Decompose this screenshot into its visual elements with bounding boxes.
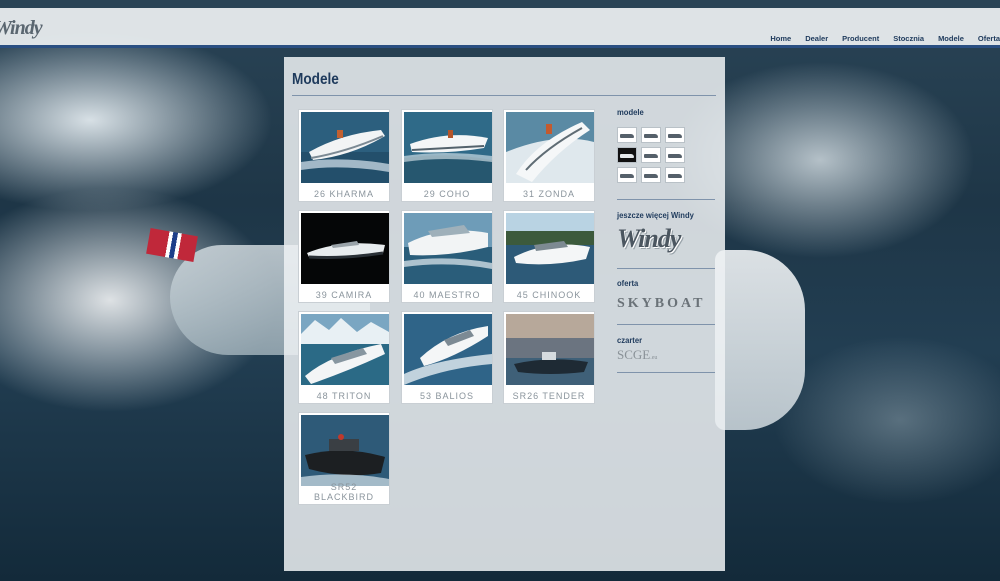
model-thumbnail[interactable] — [617, 167, 637, 183]
model-label: SR52 BLACKBIRD — [313, 482, 375, 502]
model-image — [506, 213, 594, 284]
nav-oferta[interactable]: Oferta — [978, 34, 1000, 43]
model-tile[interactable]: 26 KHARMA — [298, 109, 390, 202]
sidebar-more-windy: jeszcze więcej Windy Windy — [617, 210, 715, 270]
sidebar-heading: czarter — [617, 335, 643, 345]
sidebar-charter: czarter SCGE.eu — [617, 335, 715, 375]
sidebar-divider — [617, 324, 715, 325]
sidebar-offer: oferta SKYBOAT — [617, 278, 715, 328]
title-divider — [292, 95, 716, 96]
model-thumbnail[interactable] — [617, 127, 637, 143]
windy-brand-logo[interactable]: Windy — [617, 226, 715, 252]
model-tile[interactable]: 45 CHINOOK — [503, 210, 595, 303]
model-tile[interactable]: 31 ZONDA — [503, 109, 595, 202]
main-nav: Home Dealer Producent Stocznia Modele Of… — [770, 34, 1000, 43]
background-flag — [146, 228, 198, 262]
model-image — [506, 112, 594, 183]
scge-logo-text: SCGE — [617, 347, 651, 362]
sidebar-divider — [617, 268, 715, 269]
model-thumbnail[interactable] — [665, 167, 685, 183]
model-label: 39 CAMIRA — [315, 290, 373, 300]
sidebar-divider — [617, 199, 715, 200]
model-label: 53 BALIOS — [419, 391, 475, 401]
model-image — [404, 213, 492, 284]
nav-dealer[interactable]: Dealer — [805, 34, 828, 43]
content-panel: Modele 26 KHARMA 29 COHO 31 ZONDA 39 CAM… — [284, 57, 725, 571]
model-image — [301, 213, 389, 284]
model-tile[interactable]: SR52 BLACKBIRD — [298, 412, 390, 505]
model-thumbnail[interactable] — [665, 147, 685, 163]
scge-logo-suffix: .eu — [650, 355, 658, 361]
model-label: 31 ZONDA — [522, 189, 575, 199]
model-image — [404, 314, 492, 385]
model-label: 29 COHO — [423, 189, 471, 199]
background-boat-bow — [715, 250, 805, 430]
model-thumbnail[interactable] — [617, 147, 637, 163]
model-thumbnail[interactable] — [641, 127, 661, 143]
model-tile[interactable]: 29 COHO — [401, 109, 493, 202]
model-tile[interactable]: 53 BALIOS — [401, 311, 493, 404]
sidebar-heading: oferta — [617, 278, 639, 288]
model-image — [301, 314, 389, 385]
model-image — [404, 112, 492, 183]
page-title: Modele — [292, 71, 339, 88]
sidebar-heading: jeszcze więcej Windy — [617, 210, 694, 220]
nav-home[interactable]: Home — [770, 34, 791, 43]
top-bar: Windy Home Dealer Producent Stocznia Mod… — [0, 8, 1000, 48]
model-thumbnail[interactable] — [665, 127, 685, 143]
model-tile[interactable]: SR26 TENDER — [503, 311, 595, 404]
nav-modele[interactable]: Modele — [938, 34, 964, 43]
nav-producent[interactable]: Producent — [842, 34, 879, 43]
model-label: 40 MAESTRO — [413, 290, 481, 300]
model-tile[interactable]: 39 CAMIRA — [298, 210, 390, 303]
model-image — [506, 314, 594, 385]
sidebar-models: modele — [617, 107, 715, 202]
model-image — [301, 112, 389, 183]
model-label: 48 TRITON — [316, 391, 372, 401]
model-tile[interactable]: 40 MAESTRO — [401, 210, 493, 303]
skyboat-logo[interactable]: SKYBOAT — [617, 296, 715, 312]
model-label: 45 CHINOOK — [516, 290, 582, 300]
model-thumbnails — [617, 127, 685, 183]
model-label: 26 KHARMA — [313, 189, 375, 199]
windy-logo[interactable]: Windy — [0, 17, 43, 40]
model-label: SR26 TENDER — [512, 391, 586, 401]
model-tile[interactable]: 48 TRITON — [298, 311, 390, 404]
nav-stocznia[interactable]: Stocznia — [893, 34, 924, 43]
sidebar-divider — [617, 372, 715, 373]
scge-logo[interactable]: SCGE.eu — [617, 347, 715, 363]
model-image — [301, 415, 389, 486]
model-thumbnail[interactable] — [641, 147, 661, 163]
sidebar-heading: modele — [617, 107, 644, 117]
model-thumbnail[interactable] — [641, 167, 661, 183]
